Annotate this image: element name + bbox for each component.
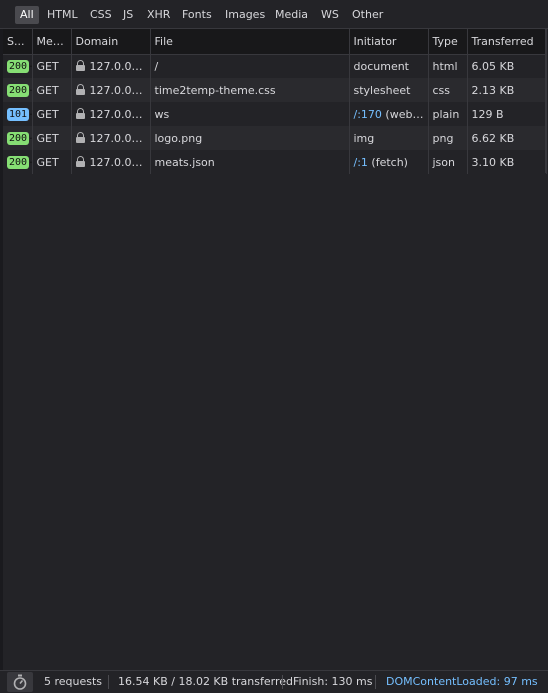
initiator-text: document [353, 59, 410, 73]
domain-cell: 127.0.0.1... [71, 102, 151, 126]
status-cell: 200 [3, 150, 33, 174]
transferred-cell: 129 B [467, 102, 547, 126]
dom-content-loaded-time: DOMContentLoaded: 97 ms [386, 675, 538, 688]
transferred-cell: 6.62 KB [467, 126, 547, 150]
domain-text: 127.0.0.1... [89, 59, 150, 73]
method-cell: GET [32, 78, 72, 102]
status-cell: 101 [3, 102, 33, 126]
status-badge: 200 [7, 60, 30, 74]
column-header-status[interactable]: S... [3, 29, 33, 55]
domain-text: 127.0.0.1... [89, 83, 150, 97]
column-header-file[interactable]: File [150, 29, 350, 55]
type-cell: css [428, 78, 468, 102]
status-badge: 101 [7, 108, 30, 121]
request-type-filter-bar: All HTML CSS JS XHR Fonts Images Media W… [0, 0, 548, 29]
column-divider [545, 29, 546, 173]
domain-cell: 127.0.0.1... [71, 126, 151, 150]
column-header-type[interactable]: Type [428, 29, 468, 55]
status-cell: 200 [3, 54, 33, 78]
filter-other[interactable]: Other [347, 6, 388, 24]
file-cell: ws [150, 102, 350, 126]
column-header-initiator[interactable]: Initiator [349, 29, 429, 55]
status-badge: 200 [7, 84, 30, 97]
domain-text: 127.0.0.1... [89, 155, 150, 169]
filter-ws[interactable]: WS [316, 6, 344, 24]
request-row[interactable]: 200 GET 127.0.0.1... logo.png img png 6.62 KB [3, 126, 547, 150]
lock-icon [75, 155, 85, 167]
initiator-text: (webs... [381, 107, 428, 121]
request-row[interactable]: 200 GET 127.0.0.1... / document html 6.05 KB [3, 54, 547, 78]
file-cell: logo.png [150, 126, 350, 150]
initiator-cell: img [349, 126, 429, 150]
column-header-transferred[interactable]: Transferred [467, 29, 547, 55]
column-header-method[interactable]: Met... [32, 29, 72, 55]
transferred-summary: 16.54 KB / 18.02 KB transferred [118, 675, 293, 688]
domain-cell: 127.0.0.1... [71, 78, 151, 102]
type-cell: json [428, 150, 468, 174]
request-row[interactable]: 101 GET 127.0.0.1... ws/:170 (webs... plain 1… [3, 102, 547, 126]
filter-css[interactable]: CSS [85, 6, 117, 24]
method-cell: GET [32, 102, 72, 126]
method-cell: GET [32, 54, 72, 78]
transferred-cell: 2.13 KB [467, 78, 547, 102]
divider [282, 675, 283, 689]
initiator-cell: /:170 (webs... [349, 102, 429, 126]
domain-cell: 127.0.0.1... [71, 150, 151, 174]
domain-text: 127.0.0.1... [89, 107, 150, 121]
domain-cell: 127.0.0.1... [71, 54, 151, 78]
filter-images[interactable]: Images [220, 6, 270, 24]
method-cell: GET [32, 150, 72, 174]
table-header: S... Met... Domain File Initiator Type T… [3, 29, 547, 55]
requests-table: S... Met... Domain File Initiator Type T… [3, 29, 547, 174]
initiator-cell: document [349, 54, 429, 78]
transferred-cell: 3.10 KB [467, 150, 547, 174]
type-cell: png [428, 126, 468, 150]
transferred-cell: 6.05 KB [467, 54, 547, 78]
finish-time: Finish: 130 ms [293, 675, 373, 688]
status-badge: 200 [7, 156, 30, 169]
column-header-domain[interactable]: Domain [71, 29, 151, 55]
filter-fonts[interactable]: Fonts [177, 6, 217, 24]
lock-icon [75, 131, 85, 143]
performance-analysis-button[interactable] [7, 672, 33, 692]
file-cell: meats.json [150, 150, 350, 174]
divider [375, 675, 376, 689]
request-row[interactable]: 200 GET 127.0.0.1... time2temp-theme.css sty… [3, 78, 547, 102]
type-cell: plain [428, 102, 468, 126]
type-cell: html [428, 54, 468, 78]
lock-icon [75, 107, 85, 119]
filter-js[interactable]: JS [118, 6, 138, 24]
filter-all[interactable]: All [15, 6, 39, 24]
status-cell: 200 [3, 126, 33, 150]
status-cell: 200 [3, 78, 33, 102]
initiator-text: (fetch) [367, 155, 408, 169]
status-bar: 5 requests 16.54 KB / 18.02 KB transferr… [0, 670, 548, 692]
domain-text: 127.0.0.1... [89, 131, 150, 145]
status-badge: 200 [7, 132, 30, 145]
file-cell: time2temp-theme.css [150, 78, 350, 102]
file-cell: / [150, 54, 350, 78]
stopwatch-icon [13, 674, 27, 690]
request-count: 5 requests [44, 675, 103, 688]
initiator-text: stylesheet [353, 83, 411, 97]
initiator-link[interactable]: /:170 [354, 108, 382, 121]
request-row[interactable]: 200 GET 127.0.0.1... meats.json/:1 (fetch) j… [3, 150, 547, 174]
initiator-cell: /:1 (fetch) [349, 150, 429, 174]
initiator-cell: stylesheet [349, 78, 429, 102]
filter-media[interactable]: Media [270, 6, 313, 24]
lock-icon [75, 59, 85, 71]
filter-xhr[interactable]: XHR [142, 6, 175, 24]
initiator-link[interactable]: /:1 [354, 156, 368, 169]
divider [108, 675, 109, 689]
lock-icon [75, 83, 85, 95]
filter-html[interactable]: HTML [42, 6, 83, 24]
initiator-text: img [353, 131, 375, 145]
method-cell: GET [32, 126, 72, 150]
